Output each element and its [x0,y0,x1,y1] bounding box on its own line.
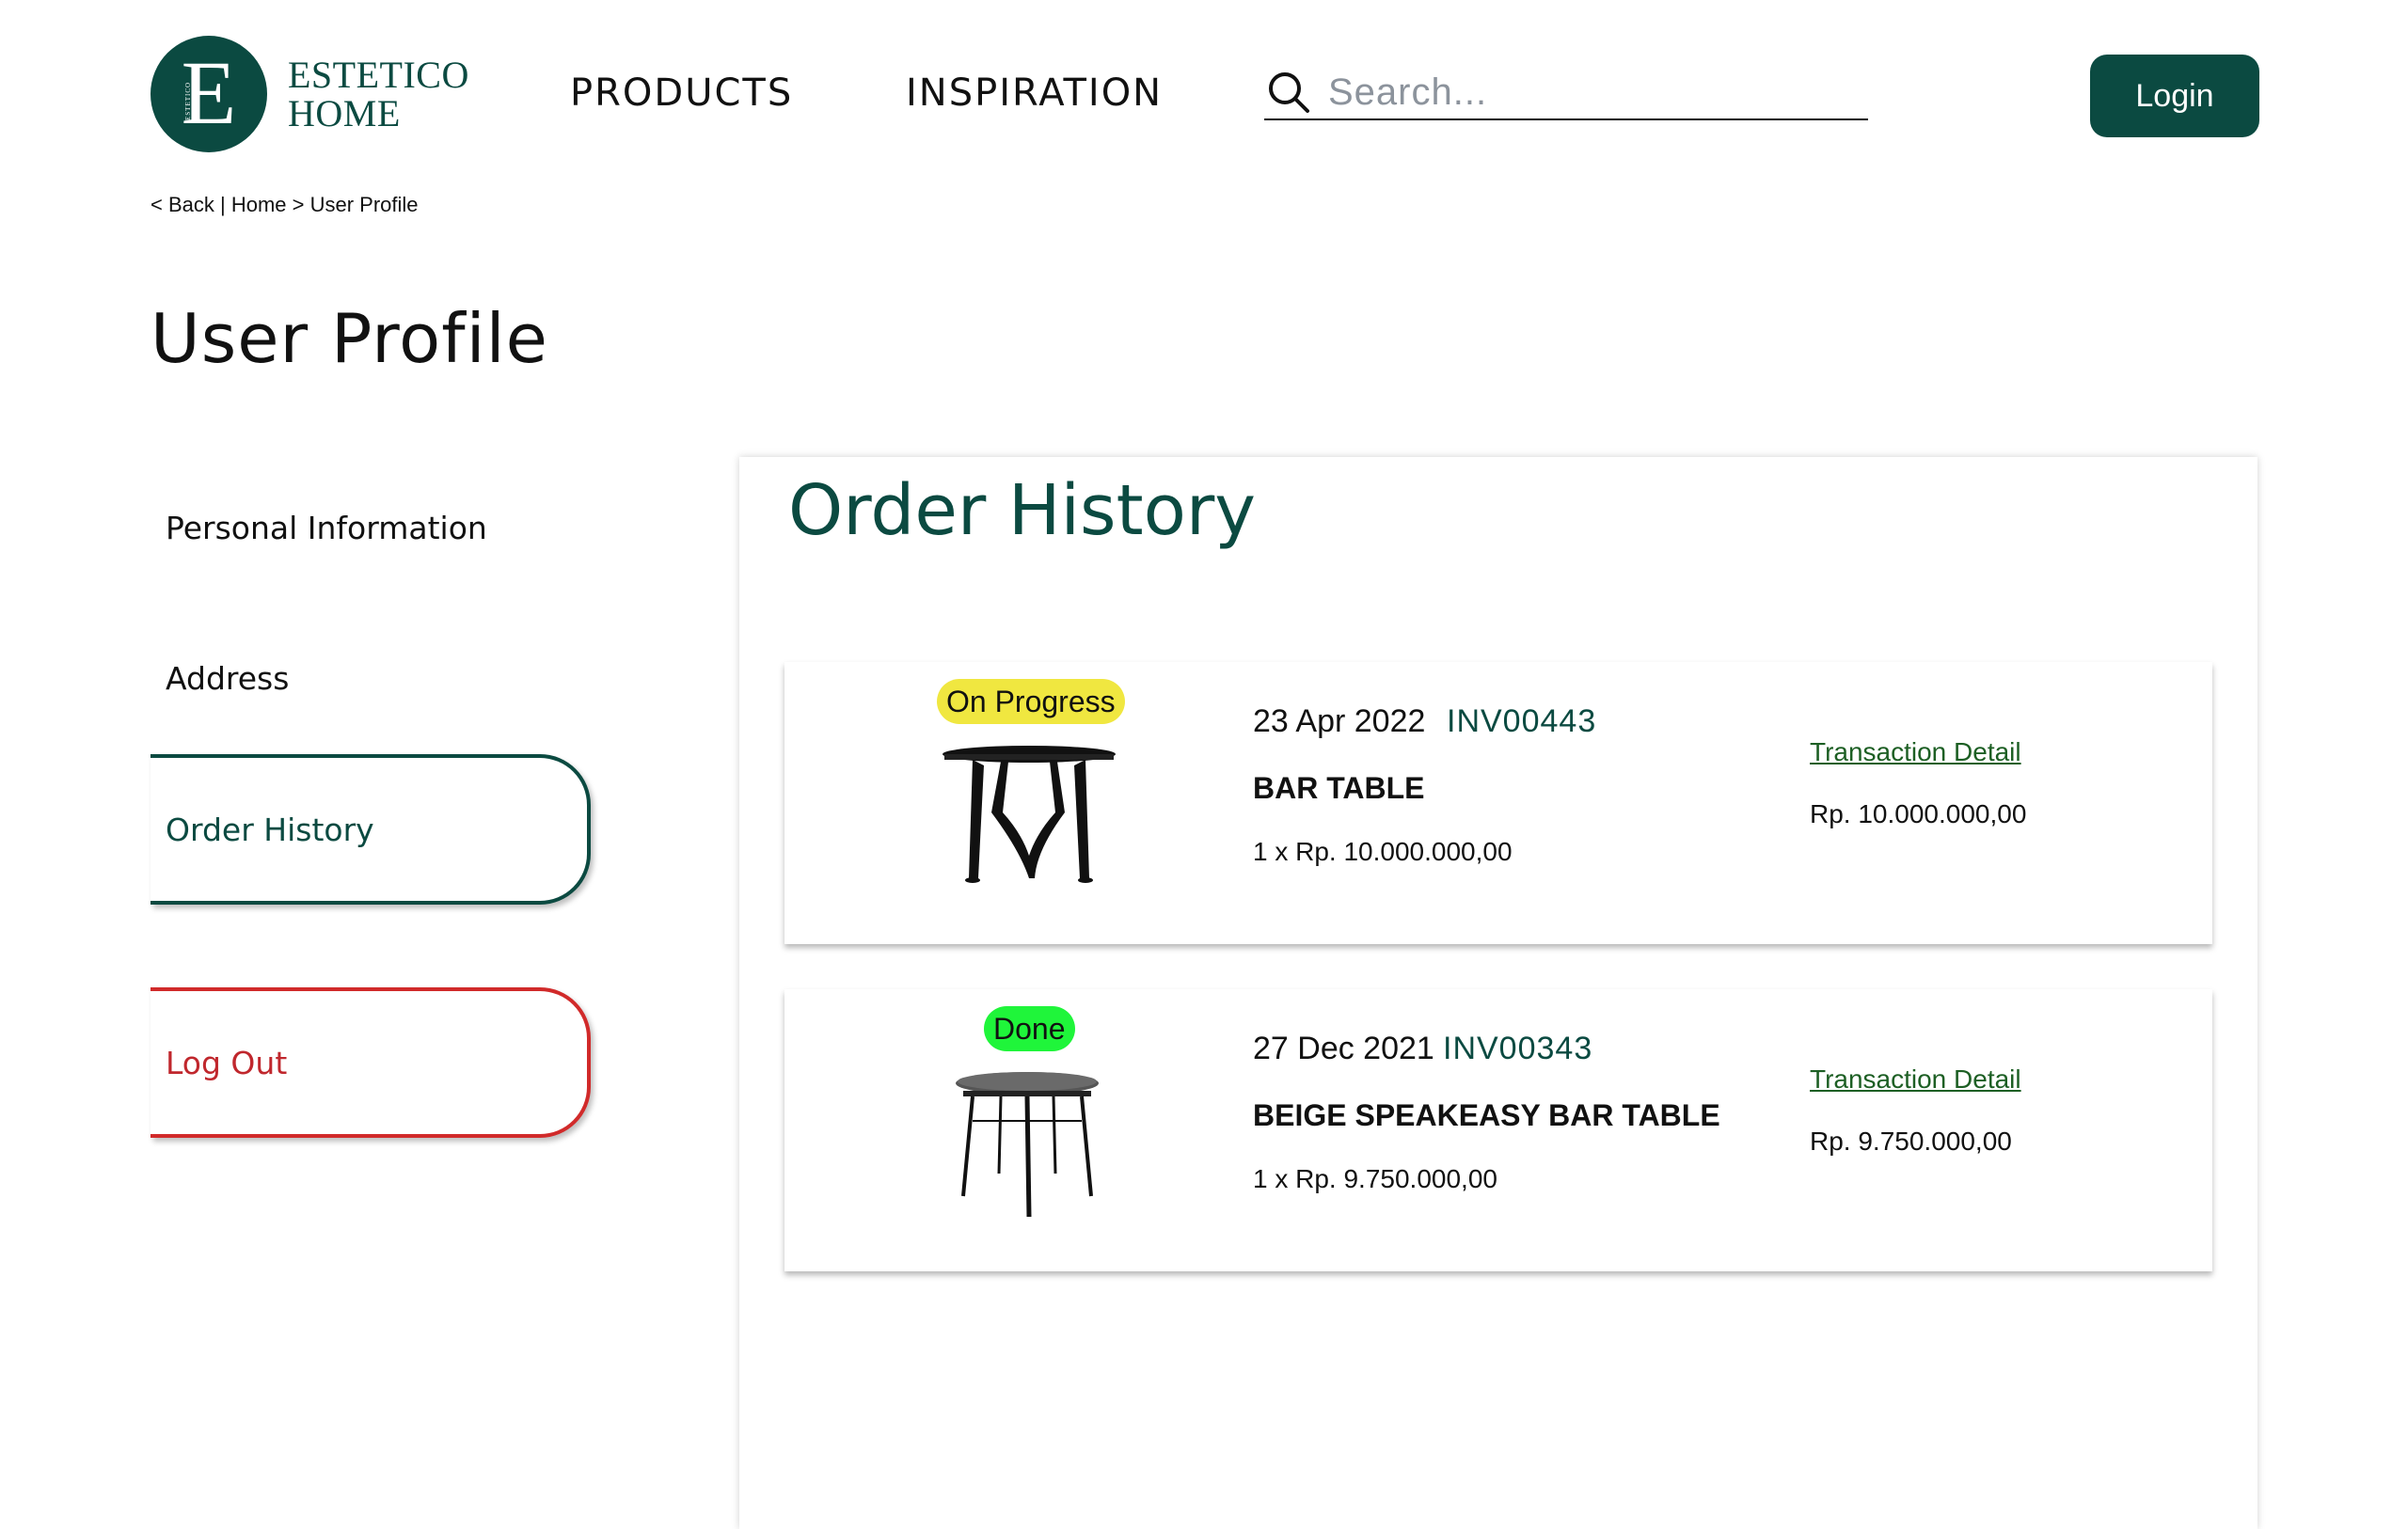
logo-mark: E ESTETICO [150,36,267,152]
bar-table-image [943,746,1116,883]
order-date: 27 Dec 2021 [1253,1031,1434,1066]
brand-name-line2: HOME [288,92,401,134]
order-date: 23 Apr 2022 [1253,703,1426,739]
breadcrumb: < Back | Home > User Profile [150,193,419,217]
status-badge: On Progress [937,679,1125,724]
nav-products[interactable]: PRODUCTS [570,71,793,115]
brand-name-line1: ESTETICO [288,54,469,96]
speakeasy-table-image [956,1072,1099,1218]
quantity-price: 1 x Rp. 10.000.000,00 [1253,837,1513,866]
order-total: Rp. 10.000.000,00 [1810,799,2027,828]
order-total: Rp. 9.750.000,00 [1810,1127,2012,1156]
status-badge: Done [984,1006,1075,1051]
logo-letter: E [181,42,237,143]
transaction-detail-link[interactable]: Transaction Detail [1810,737,2021,767]
breadcrumb-arrow: > [286,193,310,216]
sidebar-item-address[interactable]: Address [166,660,289,697]
login-button[interactable]: Login [2090,55,2259,137]
order-card: On Progress 23 Apr 2022 INV00443 BAR TAB… [784,662,2212,944]
quantity-price: 1 x Rp. 9.750.000,00 [1253,1164,1497,1193]
logout-label: Log Out [166,1044,288,1081]
page-title: User Profile [150,299,548,378]
brand-logo[interactable]: E ESTETICO ESTETICO HOME [150,36,469,152]
order-card: Done 27 Dec 2021 INV00343 BEIGE SPEAKEAS… [784,989,2212,1271]
invoice-number: INV00343 [1443,1031,1593,1066]
product-name: BEIGE SPEAKEASY BAR TABLE [1253,1098,1720,1132]
logout-button[interactable]: Log Out [150,987,591,1138]
breadcrumb-back[interactable]: < Back [150,193,214,216]
sidebar-item-personal-information[interactable]: Personal Information [166,510,487,546]
sidebar-item-label: Order History [166,811,374,848]
breadcrumb-separator: | [214,193,231,216]
invoice-number: INV00443 [1447,703,1597,739]
search-input[interactable] [1326,70,1838,115]
search-icon[interactable] [1266,70,1311,115]
search-bar [1264,66,1868,120]
product-name: BAR TABLE [1253,771,1425,805]
brand-name: ESTETICO HOME [288,55,469,133]
nav-inspiration[interactable]: INSPIRATION [906,71,1163,115]
breadcrumb-home[interactable]: Home [231,193,287,216]
order-history-title: Order History [788,470,1257,551]
logo-small-text: ESTETICO [184,81,192,120]
breadcrumb-current: User Profile [309,193,419,216]
transaction-detail-link[interactable]: Transaction Detail [1810,1064,2021,1095]
sidebar-item-order-history[interactable]: Order History [150,754,591,905]
